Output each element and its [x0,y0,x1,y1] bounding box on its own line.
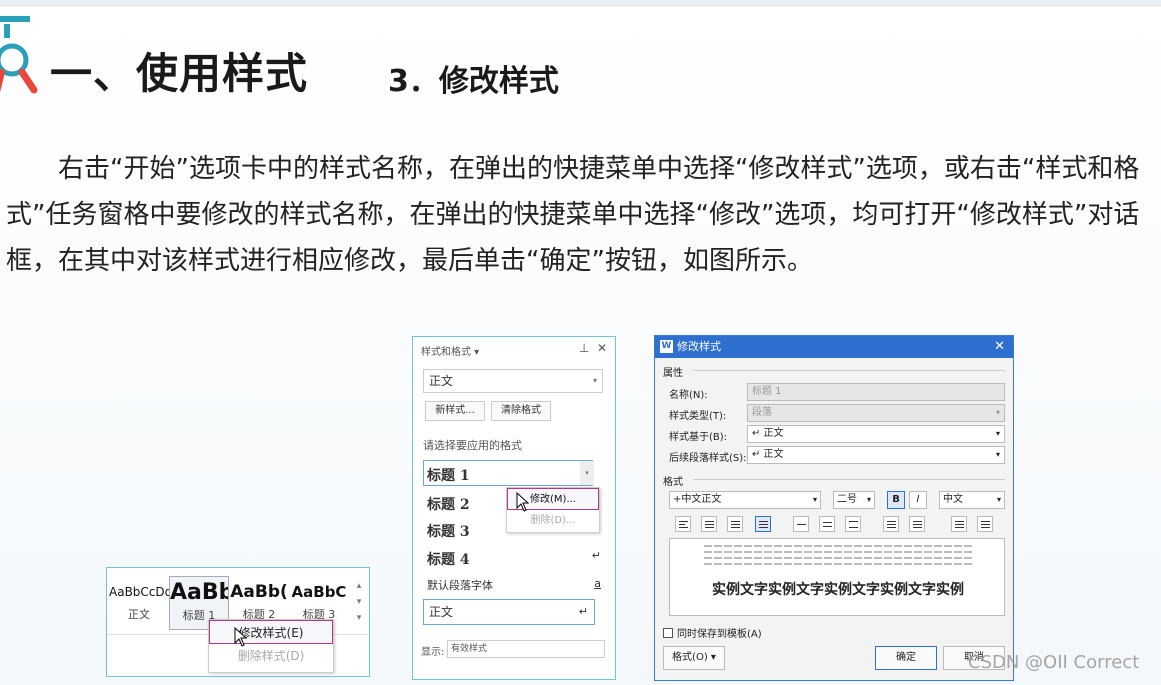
chevron-down-icon: ▾ [995,429,1000,438]
save-template-label: 同时保存到模板(A) [677,629,762,640]
paragraph-mark-icon: ↵ [578,605,588,618]
name-label: 名称(N): [669,390,708,401]
close-icon[interactable]: ✕ [597,341,607,355]
style-item-heading-1[interactable]: 标题 1 [427,465,470,485]
type-label: 样式类型(T): [669,411,727,422]
font-select[interactable]: +中文正文 ▾ [669,491,821,509]
type-select[interactable]: 段落 ▾ [747,404,1005,422]
onehalf-spacing-icon[interactable] [819,516,835,532]
app-icon: W [660,340,673,353]
format-menu-button[interactable]: 格式(O) ▾ [663,646,725,670]
decrease-indent-icon[interactable] [951,516,967,532]
single-spacing-icon[interactable] [793,516,809,532]
align-center-icon[interactable] [701,516,717,532]
dialog-titlebar: W 修改样式 ✕ [655,336,1013,358]
ok-button[interactable]: 确定 [875,646,937,670]
gallery-scroll[interactable]: ▴ ▾ ▾ [353,578,365,628]
show-label: 显示: [421,647,445,658]
language-select[interactable]: 中文 ▾ [939,491,1005,509]
paragraph-mark-icon: ↵ [591,549,601,562]
character-style-mark: a [594,577,601,590]
style-preview: 实例文字实例文字实例文字实例文字实例 [669,538,1005,616]
align-right-icon[interactable] [727,516,743,532]
ribbon-context-menu: 修改样式(E) 删除样式(D) [208,619,334,673]
space-after-icon[interactable] [909,516,925,532]
mouse-cursor-icon [516,492,530,512]
chevron-down-icon: ▾ [995,450,1000,459]
body-paragraph: 右击“开始”选项卡中的样式名称，在弹出的快捷菜单中选择“修改样式”选项，或右击“… [6,154,1140,276]
delete-style-menu-item[interactable]: 删除样式(D) [209,644,333,668]
based-on-select[interactable]: ↵ 正文 ▾ [747,425,1005,443]
style-item-heading-2[interactable]: 标题 2 [427,494,470,514]
space-before-icon[interactable] [883,516,899,532]
new-style-button[interactable]: 新样式... [425,401,485,421]
double-spacing-icon[interactable] [845,516,861,532]
modify-style-dialog: W 修改样式 ✕ 属性 名称(N): 标题 1 样式类型(T): 段落 ▾ 样式基… [654,335,1014,681]
increase-indent-icon[interactable] [977,516,993,532]
style-item-heading-4[interactable]: 标题 4 [427,549,470,569]
align-left-icon[interactable] [675,516,691,532]
section-title: 3．修改样式 [388,64,559,99]
bold-button[interactable]: B [887,491,905,509]
item-dropdown-icon[interactable]: ▾ [580,461,594,485]
top-bar [0,0,1161,7]
clear-format-button[interactable]: 清除格式 [491,401,551,421]
chevron-down-icon: ▾ [812,495,817,504]
chevron-down-icon: ▾ [995,408,1000,417]
save-template-checkbox[interactable] [663,628,673,638]
pane-header-icons: ⊥ ✕ [579,341,607,355]
italic-button[interactable]: I [909,491,927,509]
justify-icon[interactable] [755,516,771,532]
next-style-select[interactable]: ↵ 正文 ▾ [747,446,1005,464]
chevron-down-icon: ▾ [592,376,597,385]
style-item-heading-3[interactable]: 标题 3 [427,521,470,541]
show-select[interactable]: 有效样式 [447,640,605,658]
style-normal[interactable]: AaBbCcDd 正文 [109,576,169,630]
style-item-default-font[interactable]: 默认段落字体 [427,577,493,593]
mouse-cursor-icon [234,627,248,647]
watermark: CSDN @OII Correct [968,652,1140,673]
chevron-down-icon: ▾ [996,495,1001,504]
pin-icon[interactable]: ⊥ [579,341,589,355]
current-style-select[interactable]: 正文 ▾ [423,369,603,393]
preview-sample-text: 实例文字实例文字实例文字实例文字实例 [712,582,964,598]
modify-style-menu-item[interactable]: 修改样式(E) [209,620,333,644]
apply-format-label: 请选择要应用的格式 [423,439,522,452]
chevron-down-icon: ▾ [866,495,871,504]
based-on-label: 样式基于(B): [669,432,728,443]
next-style-label: 后续段落样式(S): [669,453,747,464]
style-item-normal[interactable]: 正文 ↵ [423,599,595,625]
name-field[interactable]: 标题 1 [747,383,1005,401]
magnifier-icon [0,16,38,94]
props-group-label: 属性 [663,364,1005,379]
close-icon[interactable]: ✕ [994,336,1005,358]
size-select[interactable]: 二号 ▾ [833,491,875,509]
delete-menu-item[interactable]: 删除(D)... [507,510,599,532]
format-group-label: 格式 [663,473,1005,488]
pane-title: 样式和格式 ▾ [421,347,480,358]
page-title: 一、使用样式 [50,49,309,98]
